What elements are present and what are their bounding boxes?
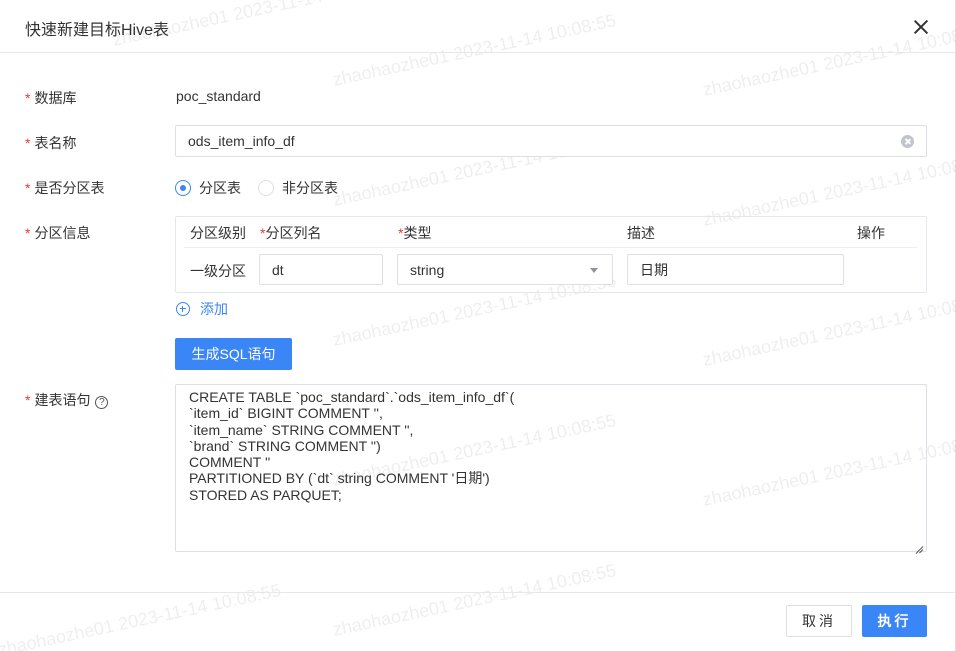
- create-hive-table-dialog: zhaohaozhe01 2023-11-14 10:08:55 zhaohao…: [0, 0, 956, 651]
- table-name-input[interactable]: ods_item_info_df: [175, 125, 927, 157]
- radio-partitioned[interactable]: 分区表: [175, 178, 241, 198]
- radio-checked-icon: [175, 180, 191, 196]
- generate-sql-button[interactable]: 生成SQL语句: [175, 338, 292, 370]
- partition-name-input[interactable]: dt: [259, 254, 383, 285]
- cancel-button[interactable]: 取消: [786, 605, 852, 637]
- column-header-ops: 操作: [857, 225, 885, 241]
- partition-table: 分区级别 *分区列名 *类型 描述 操作 一级分区 dt string 日期: [175, 216, 927, 293]
- ddl-label: * 建表语句?: [25, 390, 109, 410]
- required-mark: *: [25, 90, 31, 106]
- resize-handle-icon[interactable]: [914, 541, 923, 550]
- watermark: zhaohaozhe01 2023-11-14 10:08:55: [0, 580, 283, 651]
- radio-unchecked-icon: [258, 180, 274, 196]
- required-mark: *: [25, 225, 31, 241]
- ddl-textarea[interactable]: CREATE TABLE `poc_standard`.`ods_item_in…: [175, 384, 927, 552]
- plus-circle-icon: [176, 302, 190, 316]
- column-header-desc: 描述: [627, 225, 655, 241]
- radio-non-partitioned[interactable]: 非分区表: [258, 178, 338, 198]
- help-icon[interactable]: ?: [95, 396, 109, 409]
- partition-info-label: * 分区信息: [25, 225, 91, 241]
- column-header-type: *类型: [398, 225, 432, 241]
- database-label: * 数据库: [25, 90, 77, 106]
- partition-desc-input[interactable]: 日期: [627, 254, 844, 285]
- is-partitioned-label: * 是否分区表: [25, 180, 105, 196]
- partition-type-select[interactable]: string: [397, 254, 613, 285]
- table-divider: [184, 247, 918, 248]
- execute-button[interactable]: 执行: [862, 605, 927, 637]
- partition-level-cell: 一级分区: [190, 263, 246, 279]
- required-mark: *: [25, 180, 31, 196]
- column-header-name: *分区列名: [260, 225, 322, 241]
- watermark: zhaohaozhe01 2023-11-14 10:08:55: [330, 560, 618, 640]
- dialog-header: 快速新建目标Hive表: [0, 0, 955, 53]
- close-icon[interactable]: [911, 17, 931, 37]
- required-mark: *: [25, 392, 31, 408]
- add-partition-button[interactable]: 添加: [176, 299, 228, 319]
- required-mark: *: [25, 135, 31, 151]
- footer-divider: [0, 592, 955, 593]
- column-header-level: 分区级别: [190, 225, 246, 241]
- caret-down-icon: [590, 268, 598, 273]
- database-value: poc_standard: [176, 88, 261, 104]
- watermark: zhaohaozhe01 2023-11-14 10:08:55: [700, 290, 956, 370]
- table-name-label: * 表名称: [25, 135, 77, 151]
- clear-icon[interactable]: [901, 135, 914, 148]
- dialog-title: 快速新建目标Hive表: [25, 22, 170, 39]
